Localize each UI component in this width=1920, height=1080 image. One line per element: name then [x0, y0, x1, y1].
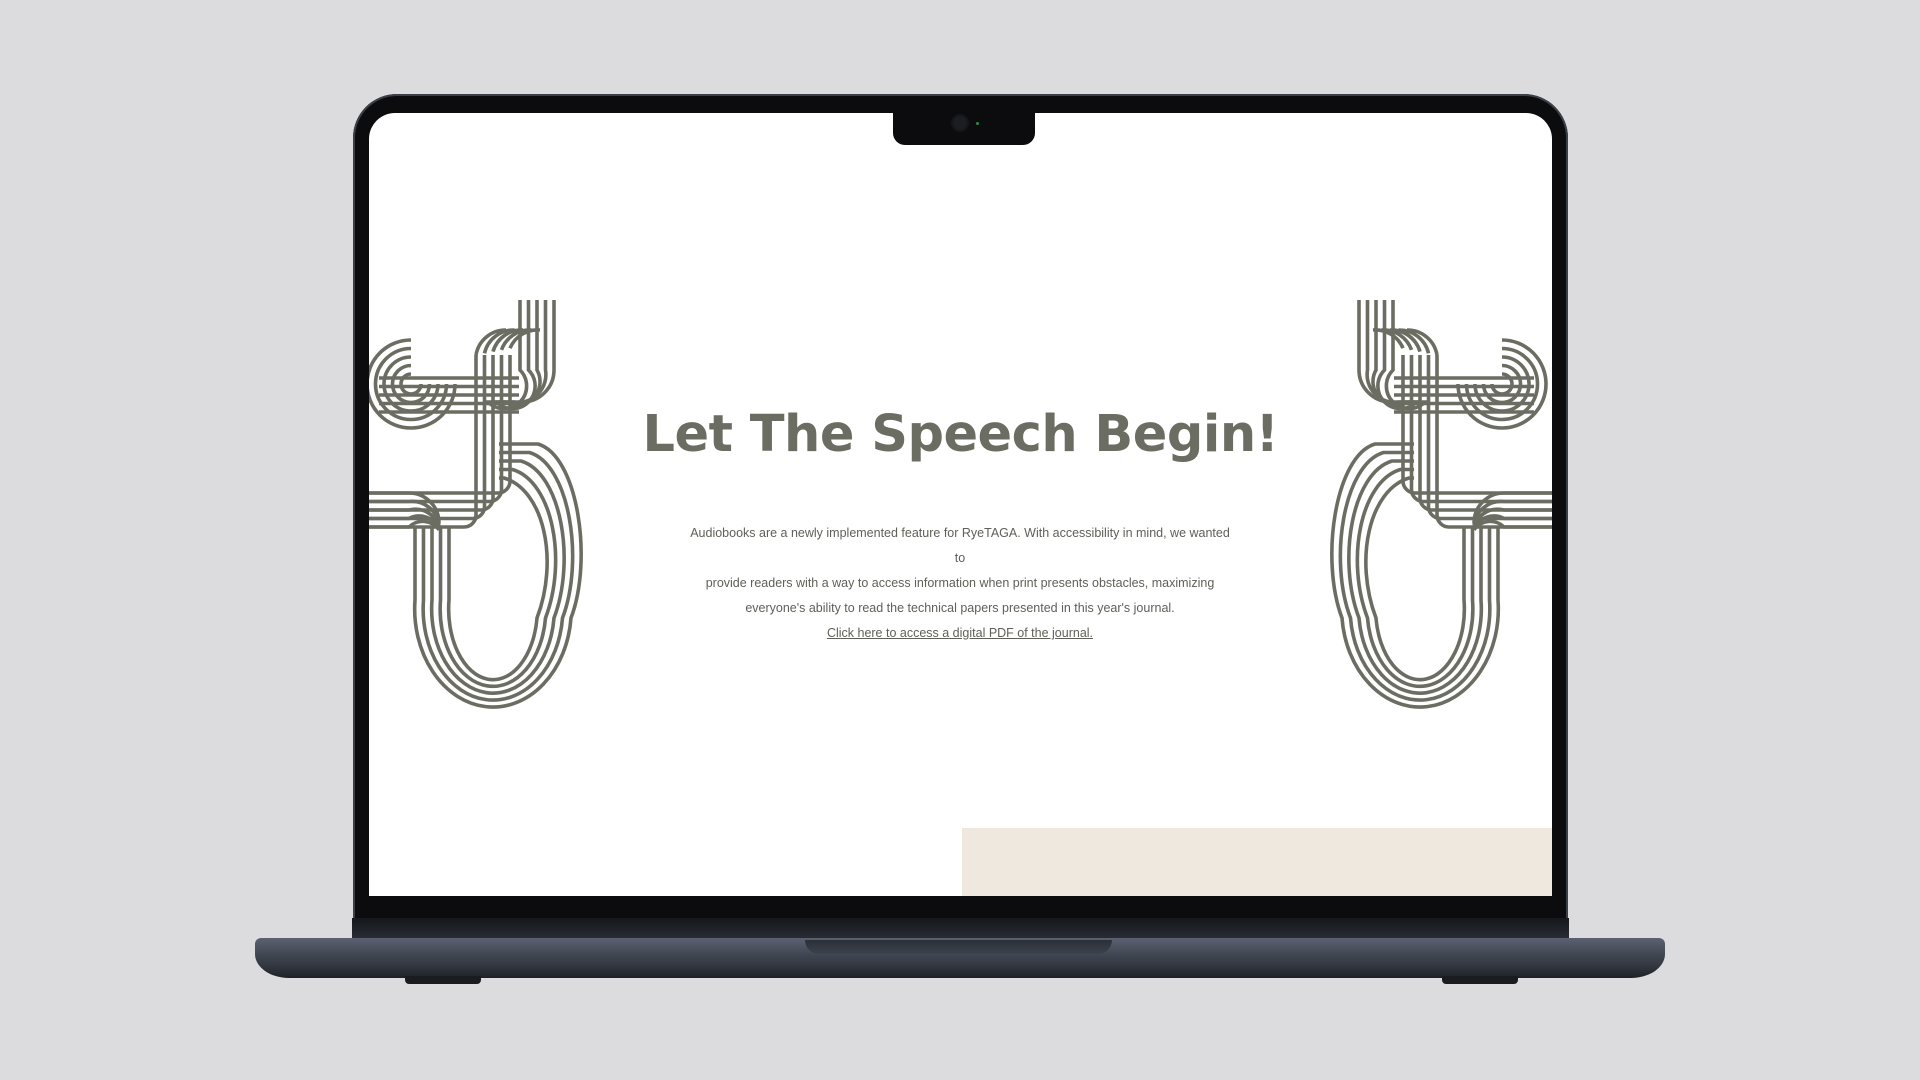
camera-indicator — [976, 122, 979, 125]
next-section-panel — [962, 828, 1552, 896]
laptop-foot-right — [1442, 976, 1518, 984]
intro-text: Audiobooks are a newly implemented featu… — [685, 521, 1235, 646]
laptop-opening-notch — [805, 940, 1112, 954]
intro-line-1: Audiobooks are a newly implemented featu… — [690, 526, 1230, 565]
laptop-foot-left — [405, 976, 481, 984]
camera-icon — [953, 116, 967, 130]
pdf-link[interactable]: Click here to access a digital PDF of th… — [827, 626, 1093, 640]
knot-ornament-right-icon — [1330, 300, 1552, 709]
page-title: Let The Speech Begin! — [642, 405, 1279, 464]
laptop-hinge — [352, 918, 1569, 940]
intro-line-2: provide readers with a way to access inf… — [705, 576, 1215, 590]
product-mockup: Let The Speech Begin! Audiobooks are a n… — [0, 0, 1920, 1080]
knot-ornament-left-icon — [369, 300, 583, 709]
intro-line-3: everyone's ability to read the technical… — [745, 601, 1175, 615]
laptop-screen: Let The Speech Begin! Audiobooks are a n… — [369, 113, 1552, 896]
